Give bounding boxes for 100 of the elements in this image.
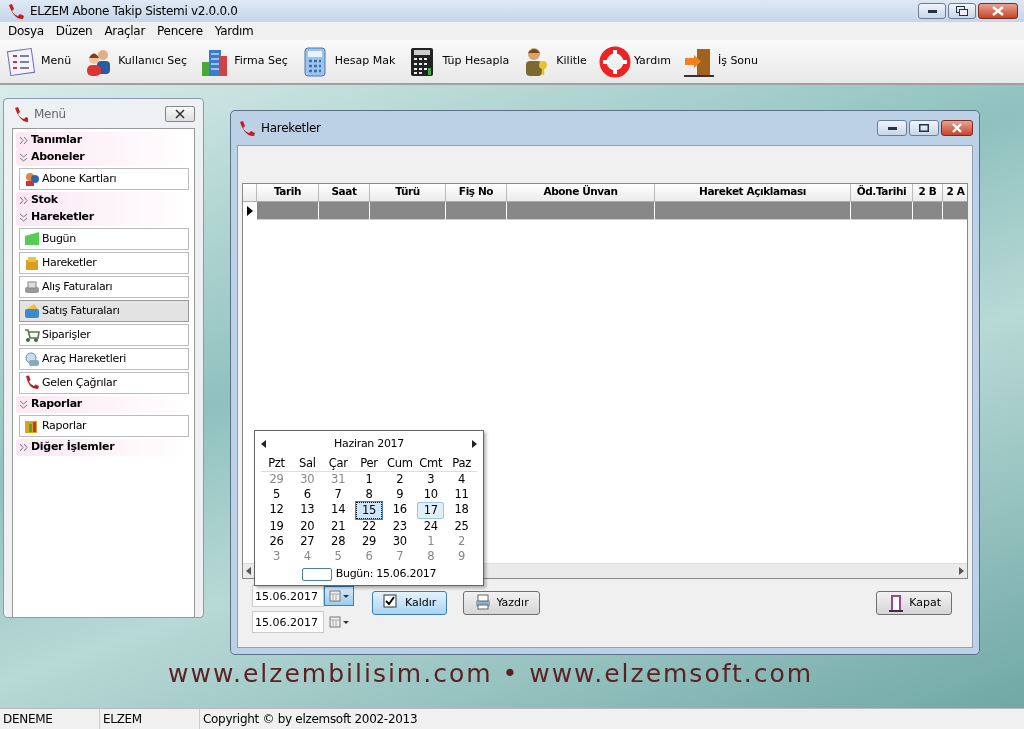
calendar-day[interactable]: 24 <box>417 519 445 534</box>
calendar-day[interactable]: 5 <box>324 549 352 564</box>
maximize-button[interactable] <box>909 120 939 136</box>
calendar-day[interactable]: 3 <box>263 549 290 564</box>
calendar-day[interactable]: 17 <box>417 502 445 519</box>
menu-item[interactable]: Gelen Çağrılar <box>19 372 189 394</box>
card-icon <box>24 303 40 319</box>
menu-item[interactable]: Pencere <box>151 22 209 40</box>
close-button[interactable] <box>978 3 1018 19</box>
menu-item[interactable]: Abone Kartları <box>19 168 189 190</box>
menu-item[interactable]: Hareketler <box>19 252 189 274</box>
collapsed-chevron-icon <box>19 136 28 145</box>
calendar-day[interactable]: 29 <box>355 534 383 549</box>
minimize-button[interactable] <box>918 3 946 19</box>
toolbar-button[interactable]: Hesap Mak <box>297 45 398 78</box>
today-link[interactable]: Bugün: 15.06.2017 <box>335 566 437 583</box>
calendar-day[interactable]: 4 <box>448 472 475 487</box>
calendar-day[interactable]: 22 <box>355 519 383 534</box>
calendar-day[interactable]: 2 <box>386 472 414 487</box>
calendar-day[interactable]: 21 <box>324 519 352 534</box>
calendar-day[interactable]: 14 <box>324 502 352 519</box>
close-button[interactable] <box>165 106 195 122</box>
scroll-right-icon <box>959 567 964 575</box>
date-field[interactable]: 15.06.2017 <box>252 585 324 607</box>
action-button[interactable]: Kaldır <box>372 591 448 615</box>
calendar-day[interactable]: 29 <box>263 472 290 487</box>
action-button[interactable]: Kapat <box>876 591 952 615</box>
toolbar-button[interactable]: Kullanıcı Seç <box>81 45 190 78</box>
people-icon <box>24 171 40 187</box>
calendar-day[interactable]: 9 <box>386 487 414 502</box>
printer-icon <box>24 279 40 295</box>
calendar-day[interactable]: 28 <box>324 534 352 549</box>
dropdown-button[interactable] <box>324 586 354 606</box>
calendar-day[interactable]: 7 <box>324 487 352 502</box>
toolbar-button[interactable]: Menü <box>4 45 74 78</box>
toolbar-button[interactable]: Yardım <box>596 45 673 78</box>
expanded-chevron-icon <box>19 213 28 222</box>
calendar-day[interactable]: 31 <box>324 472 352 487</box>
calendar-day[interactable]: 15 <box>355 502 383 519</box>
phone-icon <box>12 106 28 122</box>
calendar-day[interactable]: 2 <box>448 534 475 549</box>
calendar-day[interactable]: 30 <box>386 534 414 549</box>
menu-item[interactable]: Satış Faturaları <box>19 300 189 322</box>
menu-item[interactable]: Raporlar <box>19 415 189 437</box>
toolbar-button[interactable]: Kilitle <box>519 45 589 78</box>
toolbar-button[interactable]: Firma Seç <box>197 45 290 78</box>
calendar-day[interactable]: 7 <box>386 549 414 564</box>
calendar-day[interactable]: 27 <box>293 534 321 549</box>
calendar-day[interactable]: 8 <box>355 487 383 502</box>
exit-icon <box>887 594 906 612</box>
toolbar-button[interactable]: İş Sonu <box>680 45 761 78</box>
calendar-day[interactable]: 11 <box>448 487 475 502</box>
calendar-day[interactable]: 9 <box>448 549 475 564</box>
calendar-day[interactable]: 6 <box>293 487 321 502</box>
table-cell <box>257 202 319 220</box>
weekday-label: Çar <box>322 455 354 472</box>
calendar-day[interactable]: 8 <box>417 549 445 564</box>
menu-item[interactable]: Düzen <box>49 22 99 40</box>
action-button[interactable]: Yazdır <box>463 591 540 615</box>
weekday-label: Cum <box>384 455 416 472</box>
calendar-day[interactable]: 6 <box>355 549 383 564</box>
menu-item[interactable]: Araç Hareketleri <box>19 348 189 370</box>
menu-item[interactable]: Araçlar <box>98 22 152 40</box>
calendar-day[interactable]: 13 <box>293 502 321 519</box>
calendar-day[interactable]: 18 <box>448 502 475 519</box>
maximize-icon <box>919 124 929 132</box>
phone-icon <box>6 2 24 20</box>
status-text: Copyright © by elzemsoft 2002-2013 <box>202 711 419 728</box>
calendar-icon <box>328 616 350 628</box>
close-button[interactable] <box>941 120 973 136</box>
maximize-icon <box>956 6 968 16</box>
calendar-day[interactable]: 5 <box>263 487 290 502</box>
calendar-day[interactable]: 3 <box>417 472 445 487</box>
calendar-day[interactable]: 26 <box>263 534 290 549</box>
menu-item[interactable]: Bugün <box>19 228 189 250</box>
menu-item[interactable]: Alış Faturaları <box>19 276 189 298</box>
phone-icon <box>237 119 255 137</box>
menu-item[interactable]: Siparişler <box>19 324 189 346</box>
minimize-button[interactable] <box>877 120 907 136</box>
date-field[interactable]: 15.06.2017 <box>252 611 324 633</box>
calendar-day[interactable]: 23 <box>386 519 414 534</box>
close-icon <box>174 109 186 119</box>
calendar-day[interactable]: 4 <box>293 549 321 564</box>
toolbar-button[interactable]: Tüp Hesapla <box>405 45 512 78</box>
menu-item[interactable]: Dosya <box>2 22 50 40</box>
calendar-day[interactable]: 1 <box>417 534 445 549</box>
maximize-button[interactable] <box>948 3 976 19</box>
minimize-icon <box>927 9 937 13</box>
panel-title: Menü <box>34 106 66 123</box>
calendar-day[interactable]: 16 <box>386 502 414 519</box>
calendar-day[interactable]: 20 <box>293 519 321 534</box>
lifebuoy-icon <box>598 45 631 78</box>
calendar-day[interactable]: 10 <box>417 487 445 502</box>
calendar-day[interactable]: 12 <box>263 502 290 519</box>
phone-icon <box>24 375 40 391</box>
calendar-day[interactable]: 25 <box>448 519 475 534</box>
calendar-day[interactable]: 1 <box>355 472 383 487</box>
menu-item[interactable]: Yardım <box>208 22 260 40</box>
calendar-day[interactable]: 30 <box>293 472 321 487</box>
calendar-day[interactable]: 19 <box>263 519 290 534</box>
